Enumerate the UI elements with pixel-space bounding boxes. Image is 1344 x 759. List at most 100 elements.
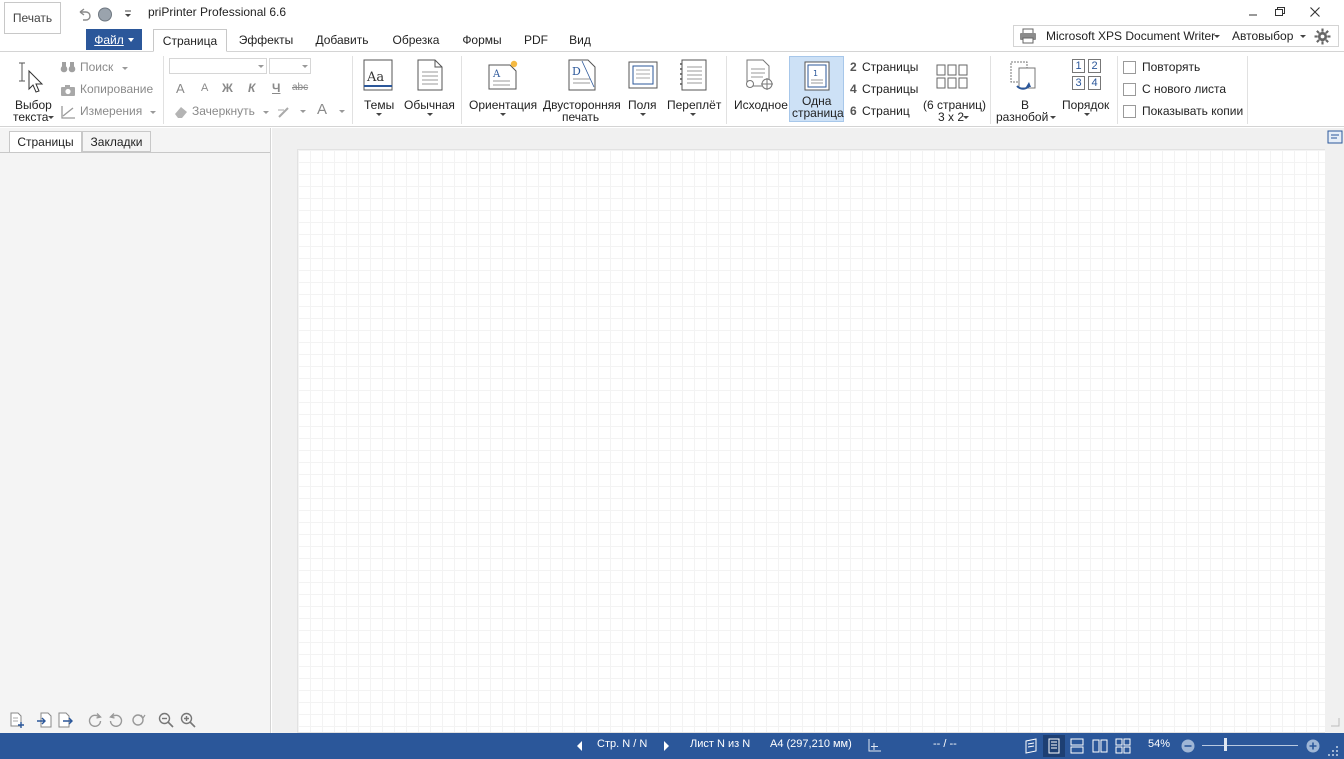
next-page-icon[interactable] — [662, 741, 670, 751]
binoculars-icon — [60, 60, 76, 74]
zoom-out-icon[interactable] — [1180, 738, 1196, 754]
font-name-combo[interactable] — [169, 58, 267, 74]
zoom-in-icon[interactable] — [180, 712, 196, 728]
zoom-out-icon[interactable] — [158, 712, 174, 728]
order-label: Порядок — [1062, 98, 1110, 112]
minimize-icon[interactable] — [1240, 3, 1266, 21]
new-sheet-checkbox[interactable]: С нового листа — [1123, 82, 1243, 98]
one-page-icon: 1 — [804, 61, 830, 91]
orientation-icon: A — [488, 59, 520, 91]
two-pages-option[interactable]: 2 Страницы — [849, 60, 919, 76]
italic-button[interactable]: К — [248, 81, 255, 95]
shrink-font-button[interactable]: A — [201, 82, 208, 94]
svg-text:1: 1 — [813, 69, 818, 78]
repeat-checkbox[interactable]: Повторять — [1123, 60, 1243, 76]
view-two-columns-icon[interactable] — [1092, 738, 1108, 754]
view-two-rows-icon[interactable] — [1069, 738, 1085, 754]
orientation-button[interactable]: A Ориентация — [466, 56, 538, 124]
order-button[interactable]: 1 2 3 4 Порядок — [1060, 56, 1114, 124]
auto-select-label[interactable]: Автовыбор — [1232, 29, 1293, 43]
customize-quick-access-icon[interactable] — [120, 6, 136, 22]
margins-button[interactable]: Поля — [624, 56, 662, 124]
six-pages-grid-button[interactable]: (6 страниц) 3 x 2 — [921, 56, 987, 124]
chevron-down-icon — [122, 67, 128, 70]
collate-button[interactable]: В разнобой — [994, 56, 1058, 124]
vertical-scrollbar[interactable] — [1325, 130, 1344, 733]
repeat-label: Повторять — [1142, 60, 1201, 74]
zoom-slider-thumb[interactable] — [1224, 738, 1227, 751]
normal-page-button[interactable]: Обычная — [402, 56, 458, 124]
page-preview[interactable] — [297, 149, 1326, 733]
rotate-left-icon[interactable] — [108, 712, 124, 728]
original-button[interactable]: Исходное — [731, 56, 788, 124]
order-number-2: 2 — [1088, 59, 1101, 73]
view-single-icon[interactable] — [1023, 738, 1039, 754]
measure-label: Измерения — [80, 104, 143, 118]
strikethrough-button[interactable]: abc — [292, 82, 308, 93]
file-menu-button[interactable]: Файл — [86, 29, 142, 50]
close-icon[interactable] — [1302, 3, 1328, 21]
tab-crop[interactable]: Обрезка — [386, 29, 446, 51]
prev-page-icon[interactable] — [576, 741, 584, 751]
highlighter-icon[interactable] — [276, 104, 292, 120]
six-pages-label: Страниц — [862, 104, 910, 118]
ribbon-separator — [990, 56, 991, 124]
tab-bookmarks[interactable]: Закладки — [82, 131, 151, 152]
original-label: Исходное — [734, 98, 788, 112]
show-copies-label: Показывать копии — [1142, 104, 1244, 118]
zoom-in-icon[interactable] — [1305, 738, 1321, 754]
preview-area[interactable] — [272, 128, 1344, 733]
themes-button[interactable]: Aa Темы — [358, 56, 398, 124]
font-size-combo[interactable] — [269, 58, 311, 74]
binding-button[interactable]: Переплёт — [664, 56, 722, 124]
gear-icon[interactable] — [1314, 28, 1331, 45]
svg-text:D: D — [572, 65, 581, 78]
add-page-icon[interactable] — [9, 712, 25, 728]
pages-list[interactable] — [0, 152, 270, 712]
duplex-print-button[interactable]: D Двусторонняя печать — [541, 56, 621, 124]
copy-tool[interactable]: Копирование — [60, 82, 160, 100]
view-page-button[interactable] — [1043, 735, 1065, 757]
one-page-button[interactable]: 1 Одна страница — [789, 56, 844, 122]
undo-icon[interactable] — [76, 6, 92, 22]
strike-tool[interactable]: Зачеркнуть — [173, 104, 273, 122]
restore-icon[interactable] — [1266, 3, 1292, 21]
themes-icon: Aa — [363, 59, 393, 91]
bold-button[interactable]: Ж — [222, 81, 233, 95]
zoom-slider[interactable] — [1202, 745, 1298, 746]
grow-font-button[interactable]: A — [176, 81, 185, 96]
page-settings-icon[interactable] — [1327, 129, 1343, 145]
tab-add[interactable]: Добавить — [308, 29, 376, 51]
tab-pdf[interactable]: PDF — [518, 29, 554, 51]
tab-forms[interactable]: Формы — [457, 29, 507, 51]
tab-page[interactable]: Страница — [153, 29, 227, 52]
printer-selector[interactable]: Microsoft XPS Document Writer Автовыбор — [1013, 25, 1339, 47]
chevron-down-icon — [376, 113, 382, 116]
sheet-counter: Лист N из N — [690, 738, 751, 750]
four-pages-option[interactable]: 4 Страницы — [849, 82, 919, 98]
status-bar: Стр. N / N Лист N из N A4 (297,210 мм) -… — [0, 733, 1344, 759]
measure-tool[interactable]: Измерения — [60, 104, 160, 122]
rotate-right-icon[interactable] — [87, 712, 103, 728]
text-select-button[interactable]: Выбор текста — [8, 56, 58, 124]
chevron-down-icon — [48, 116, 54, 119]
chevron-down-icon — [690, 113, 696, 116]
print-button[interactable]: Печать — [4, 2, 61, 34]
show-copies-checkbox[interactable]: Показывать копии — [1123, 104, 1243, 120]
chevron-down-icon — [427, 113, 433, 116]
globe-icon[interactable] — [97, 6, 113, 22]
underline-button[interactable]: Ч — [272, 81, 280, 95]
view-grid-icon[interactable] — [1115, 738, 1131, 754]
rotate-180-icon[interactable] — [130, 712, 146, 728]
pages-panel: Страницы Закладки — [0, 128, 271, 733]
paper-size[interactable]: A4 (297,210 мм) — [770, 738, 852, 750]
import-page-icon[interactable] — [36, 712, 52, 728]
tab-effects[interactable]: Эффекты — [235, 29, 297, 51]
font-color-button[interactable]: A — [317, 101, 327, 118]
tab-pages[interactable]: Страницы — [9, 131, 82, 153]
search-tool[interactable]: Поиск — [60, 60, 160, 78]
tab-view[interactable]: Вид — [563, 29, 597, 51]
six-pages-option[interactable]: 6 Страниц — [849, 104, 919, 120]
checkbox-box — [1123, 83, 1136, 96]
export-page-icon[interactable] — [58, 712, 74, 728]
